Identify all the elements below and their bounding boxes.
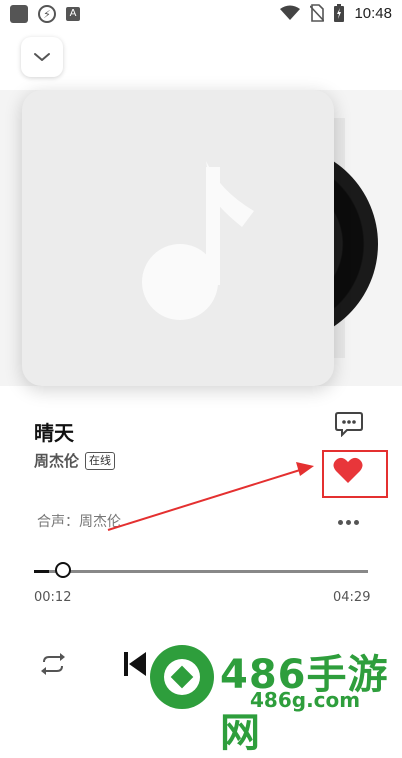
progress-thumb[interactable]: [55, 562, 72, 578]
artist-name[interactable]: 周杰伦: [34, 450, 79, 471]
square-icon: [10, 5, 28, 23]
music-note-icon: [142, 161, 254, 320]
album-cover: [22, 90, 334, 386]
status-left: ⚡ A: [10, 5, 80, 23]
comment-button[interactable]: [335, 411, 363, 438]
artist-row: 周杰伦 在线: [34, 450, 116, 471]
watermark: 486手游网 486g.com: [148, 640, 402, 756]
a-icon: A: [66, 7, 80, 21]
chorus-label: 合声：周杰伦: [37, 514, 121, 530]
annotation-highlight-box: [322, 450, 388, 498]
chevron-down-icon: [34, 53, 50, 61]
wifi-icon: [280, 5, 301, 20]
collapse-button[interactable]: [21, 37, 63, 77]
battery-icon: [334, 4, 345, 22]
more-dot: [353, 519, 359, 525]
elapsed-time: 00:12: [34, 590, 72, 605]
more-button[interactable]: [334, 515, 362, 529]
watermark-logo-icon: [150, 645, 214, 709]
status-bar: ⚡ A 10:48: [0, 0, 402, 28]
previous-icon: [124, 652, 146, 676]
song-title: 晴天: [34, 421, 74, 445]
lightning-icon: ⚡: [38, 5, 56, 23]
more-dot: [337, 519, 343, 525]
previous-button[interactable]: [123, 650, 147, 678]
online-badge: 在线: [85, 451, 116, 470]
progress-bar[interactable]: [34, 562, 368, 578]
comment-icon: [335, 412, 363, 438]
watermark-sub: 486g.com: [250, 688, 361, 712]
no-sim-icon: [310, 4, 325, 22]
total-time: 04:29: [333, 590, 371, 605]
repeat-button[interactable]: [40, 652, 66, 676]
more-dot: [345, 519, 351, 525]
status-right: 10:48: [280, 4, 392, 22]
status-time: 10:48: [354, 4, 392, 22]
progress-fill: [34, 570, 50, 573]
repeat-icon: [41, 653, 65, 675]
